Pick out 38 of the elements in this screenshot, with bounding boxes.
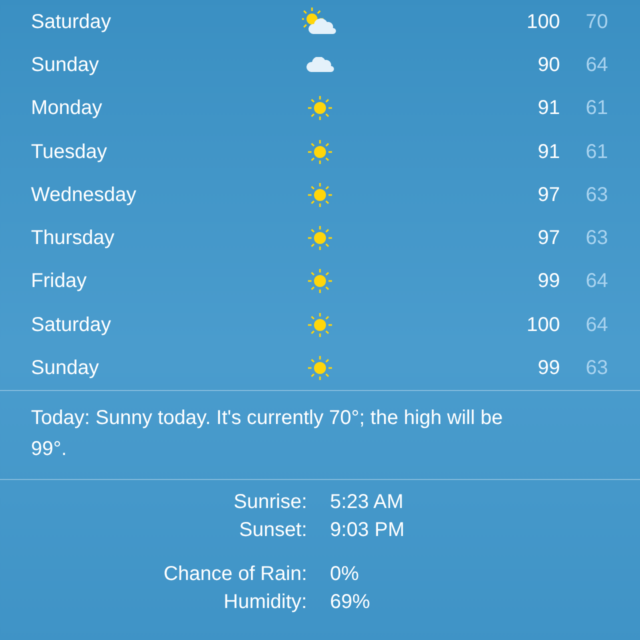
detail-value: 5:23 AM xyxy=(330,490,404,515)
sun-behind-cloud-icon xyxy=(302,6,338,37)
detail-value: 9:03 PM xyxy=(330,518,406,543)
high-temperature: 97 xyxy=(536,226,560,252)
day-name: Sunday xyxy=(31,52,100,78)
day-name: Tuesday xyxy=(31,140,108,165)
detail-value: 0% xyxy=(330,562,360,587)
forecast-summary: Today: Sunny today. It's currently 70°; the high will be 99°. xyxy=(30,406,504,462)
high-temperature: 91 xyxy=(536,140,560,165)
day-name: Thursday xyxy=(31,226,116,252)
low-temperature: 63 xyxy=(584,182,608,208)
day-name: Saturday xyxy=(31,10,112,35)
low-temperature: 63 xyxy=(584,226,608,252)
detail-label: Humidity: xyxy=(222,590,307,615)
detail-label: Chance of Rain: xyxy=(162,562,307,587)
high-temperature: 90 xyxy=(536,52,560,78)
low-temperature: 61 xyxy=(584,96,608,122)
high-temperature: 97 xyxy=(536,182,560,208)
cloud-icon xyxy=(306,56,334,73)
day-name: Saturday xyxy=(31,312,112,338)
low-temperature: 70 xyxy=(584,10,608,35)
day-name: Monday xyxy=(31,96,104,122)
low-temperature: 64 xyxy=(584,269,608,294)
day-name: Friday xyxy=(31,269,88,294)
day-name: Sunday xyxy=(31,356,100,382)
low-temperature: 61 xyxy=(584,140,608,165)
high-temperature: 91 xyxy=(536,96,560,122)
high-temperature: 100 xyxy=(526,10,560,35)
high-temperature: 100 xyxy=(526,312,560,338)
high-temperature: 99 xyxy=(536,269,560,294)
high-temperature: 99 xyxy=(536,356,560,382)
detail-label: Sunset: xyxy=(238,518,307,543)
day-name: Wednesday xyxy=(31,182,138,208)
low-temperature: 64 xyxy=(584,312,608,338)
detail-label: Sunrise: xyxy=(232,490,307,515)
low-temperature: 64 xyxy=(584,52,608,78)
detail-value: 69% xyxy=(330,590,372,615)
low-temperature: 63 xyxy=(584,356,608,382)
